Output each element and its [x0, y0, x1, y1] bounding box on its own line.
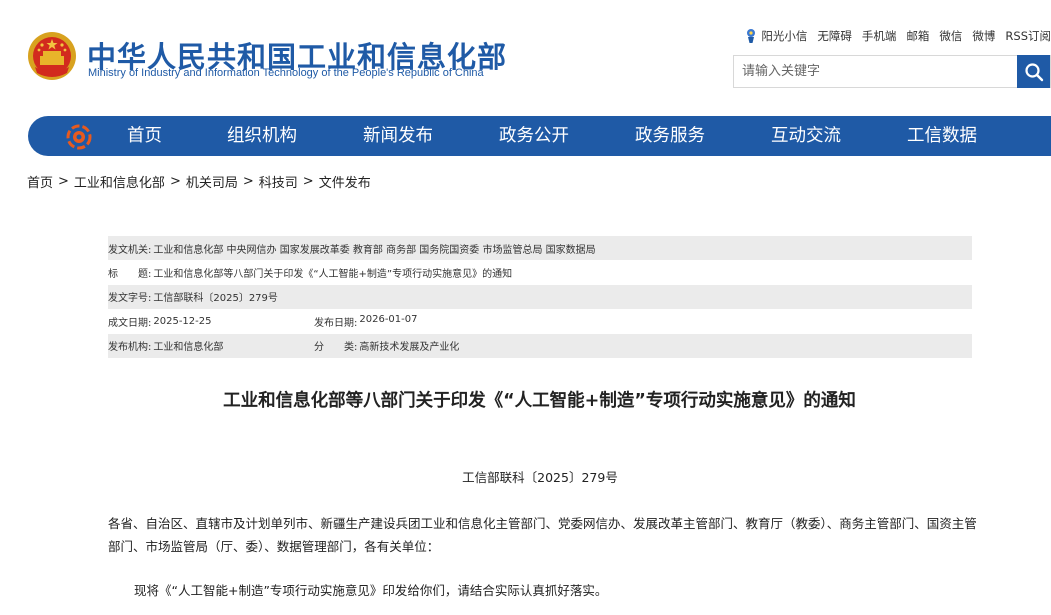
meta-value: 工信部联科〔2025〕279号 [153, 293, 278, 305]
breadcrumb-documents[interactable]: 文件发布 [319, 172, 371, 191]
meta-value: 高新技术发展及产业化 [359, 342, 460, 354]
breadcrumb-separator: > [302, 174, 314, 189]
meta-category: 分 类: 高新技术发展及产业化 [314, 338, 459, 353]
document-metadata-table: 发文机关: 工业和信息化部 中央网信办 国家发展改革委 教育部 商务部 国务院国… [108, 236, 972, 358]
meta-pubdate: 发布日期: 2026-01-07 [314, 314, 418, 329]
meta-label: 发布日期: [314, 317, 358, 329]
main-nav: 首页 组织机构 新闻发布 政务公开 政务服务 互动交流 工信数据 [28, 116, 1051, 156]
national-emblem-icon[interactable] [27, 31, 77, 81]
breadcrumb-separator: > [169, 174, 181, 189]
meta-label: 发文字号: [108, 293, 152, 305]
document-title: 工业和信息化部等八部门关于印发《“人工智能+制造”专项行动实施意见》的通知 [223, 391, 856, 411]
breadcrumb-home[interactable]: 首页 [27, 172, 53, 191]
meta-value: 工业和信息化部等八部门关于印发《“人工智能+制造”专项行动实施意见》的通知 [153, 269, 513, 281]
breadcrumb-separator: > [58, 174, 69, 189]
breadcrumb-separator: > [242, 174, 254, 189]
site-title-english: Ministry of Industry and Information Tec… [88, 67, 484, 79]
nav-item-government-affairs[interactable]: 政务公开 [499, 116, 569, 156]
document-recipients: 各省、自治区、直辖市及计划单列市、新疆生产建设兵团工业和信息化主管部门、党委网信… [108, 516, 977, 554]
top-link-mobile[interactable]: 手机端 [862, 28, 897, 44]
meta-row-issuer: 发文机关: 工业和信息化部 中央网信办 国家发展改革委 教育部 商务部 国务院国… [108, 236, 972, 261]
top-link-accessibility[interactable]: 无障碍 [817, 28, 852, 44]
top-link-sunshine[interactable]: 阳光小信 [744, 28, 807, 44]
document-number: 工信部联科〔2025〕279号 [462, 470, 618, 485]
meta-row-org: 发布机构: 工业和信息化部 分 类: 高新技术发展及产业化 [108, 333, 972, 358]
breadcrumb-miit[interactable]: 工业和信息化部 [74, 172, 165, 191]
meta-value: 2025-12-25 [153, 315, 212, 327]
search-button[interactable] [1017, 55, 1050, 88]
top-link-wechat[interactable]: 微信 [939, 28, 962, 44]
top-links: 阳光小信 无障碍 手机端 邮箱 微信 微博 RSS订阅 [744, 27, 1051, 45]
sunshine-mascot-icon [747, 29, 756, 43]
site-header: 中华人民共和国工业和信息化部 Ministry of Industry and … [0, 0, 1051, 110]
meta-value: 工业和信息化部 [153, 342, 224, 354]
top-link-label: 阳光小信 [761, 29, 808, 43]
ministry-logo-icon [66, 124, 92, 150]
meta-row-dates: 成文日期: 2025-12-25 发布日期: 2026-01-07 [108, 309, 972, 333]
meta-label: 发文机关: [108, 244, 152, 256]
nav-item-data[interactable]: 工信数据 [907, 116, 977, 156]
meta-row-docno: 发文字号: 工信部联科〔2025〕279号 [108, 284, 972, 310]
nav-item-organization[interactable]: 组织机构 [227, 116, 297, 156]
meta-label: 分 类: [314, 342, 358, 354]
nav-item-news[interactable]: 新闻发布 [363, 116, 433, 156]
top-link-rss[interactable]: RSS订阅 [1005, 28, 1051, 44]
breadcrumb-departments[interactable]: 机关司局 [186, 172, 238, 191]
document-body-paragraph: 现将《“人工智能+制造”专项行动实施意见》印发给你们，请结合实际认真抓好落实。 [134, 583, 608, 598]
search-icon [1024, 62, 1043, 81]
meta-label: 发布机构: [108, 342, 152, 354]
top-link-weibo[interactable]: 微博 [972, 28, 995, 44]
nav-item-interaction[interactable]: 互动交流 [771, 116, 841, 156]
nav-item-government-services[interactable]: 政务服务 [635, 116, 705, 156]
nav-item-home[interactable]: 首页 [127, 116, 162, 156]
meta-value: 2026-01-07 [359, 313, 418, 325]
breadcrumb: 首页 > 工业和信息化部 > 机关司局 > 科技司 > 文件发布 [27, 172, 371, 191]
search-input[interactable] [734, 56, 1018, 87]
top-link-mailbox[interactable]: 邮箱 [906, 28, 929, 44]
meta-value: 工业和信息化部 中央网信办 国家发展改革委 教育部 商务部 国务院国资委 市场监… [153, 244, 596, 256]
meta-row-title: 标 题: 工业和信息化部等八部门关于印发《“人工智能+制造”专项行动实施意见》的… [108, 260, 972, 284]
breadcrumb-tech-dept[interactable]: 科技司 [259, 172, 298, 191]
meta-label: 成文日期: [108, 317, 152, 329]
meta-label: 标 题: [108, 269, 152, 281]
search-box [733, 55, 1051, 88]
